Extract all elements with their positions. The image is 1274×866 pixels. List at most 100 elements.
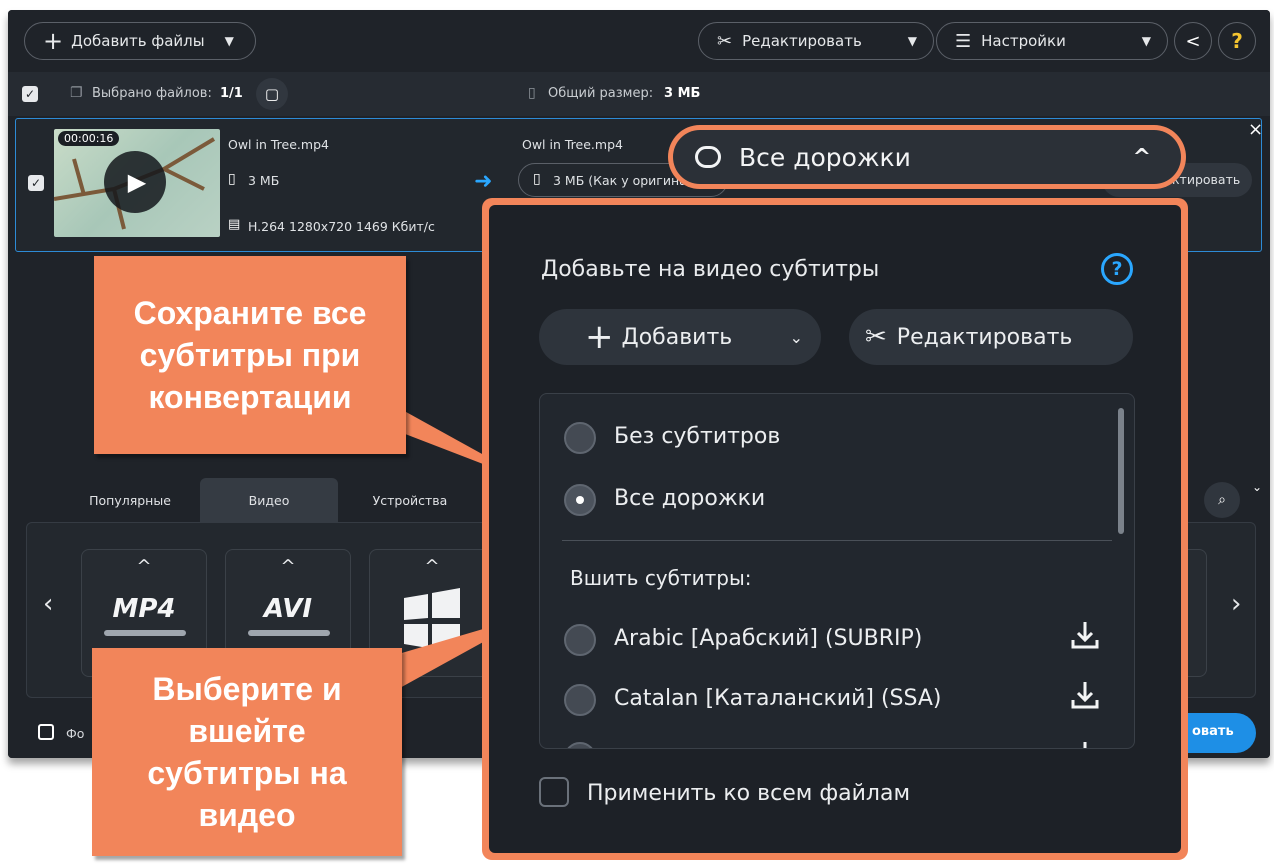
- tab-devices[interactable]: Устройства: [340, 478, 480, 522]
- file-icon: ▯: [228, 171, 236, 187]
- chevron-down-icon: ▼: [1141, 34, 1151, 48]
- add-subtitles-button[interactable]: + Добавить ⌄: [539, 309, 821, 365]
- film-icon: ▤: [228, 217, 241, 232]
- edit-file-label: ктировать: [1172, 172, 1241, 187]
- total-size-label: Общий размер:: [548, 86, 654, 101]
- settings-menu-button[interactable]: ☰ Настройки ▼: [936, 22, 1168, 60]
- subtitle-options-list: Без субтитров Все дорожки Вшить субтитры…: [539, 393, 1135, 749]
- trash-icon: ▢: [264, 85, 280, 103]
- video-thumbnail[interactable]: ▶ 00:00:16: [54, 129, 220, 237]
- video-band-graphic: [104, 630, 186, 636]
- file-checkbox[interactable]: ✓: [28, 175, 44, 191]
- selection-infobar: ✓ ❐ Выбрано файлов: 1/1 ▢ ▯ Общий размер…: [8, 72, 1270, 116]
- radio-track-catalan[interactable]: [564, 684, 596, 716]
- format-mp4-label: MP4: [112, 594, 176, 624]
- share-button[interactable]: <: [1174, 22, 1212, 60]
- play-icon: ▶: [127, 168, 147, 196]
- callout-burn-subtitles-text: Выберите и вшейте субтитры на видео: [147, 671, 347, 833]
- help-icon: ?: [1231, 29, 1243, 53]
- option-all-tracks-label: Все дорожки: [614, 486, 766, 511]
- download-icon[interactable]: [1070, 740, 1100, 749]
- list-scrollbar[interactable]: [1118, 408, 1124, 534]
- check-icon: ✓: [24, 87, 36, 101]
- tools-icon: ✂: [865, 322, 887, 352]
- input-file-size: 3 МБ: [248, 173, 280, 188]
- search-formats-button[interactable]: ⌕: [1204, 482, 1240, 518]
- subtitle-track-dropdown[interactable]: Все дорожки ^: [668, 125, 1186, 189]
- download-icon[interactable]: [1070, 680, 1100, 710]
- check-icon: ✓: [30, 176, 42, 190]
- edit-subtitles-button[interactable]: ✂ Редактировать: [849, 309, 1133, 365]
- track-catalan-label: Catalan [Каталанский] (SSA): [614, 686, 942, 711]
- subtitles-panel-title: Добавьте на видео субтитры: [541, 257, 880, 282]
- option-no-subtitles-label: Без субтитров: [614, 424, 781, 449]
- callout-keep-subtitles: Сохраните все субтитры при конвертации: [94, 256, 406, 454]
- chevron-down-icon: ▼: [907, 34, 917, 48]
- tab-popular[interactable]: Популярные: [60, 478, 200, 522]
- tab-popular-label: Популярные: [89, 492, 171, 508]
- video-band-graphic: [248, 630, 330, 636]
- radio-track-partial[interactable]: [564, 742, 596, 748]
- chevron-down-icon[interactable]: ⌄: [1252, 480, 1262, 494]
- input-file-name: Owl in Tree.mp4: [228, 137, 329, 152]
- selected-files-label: Выбрано файлов:: [92, 86, 212, 101]
- burn-subtitles-label: Вшить субтитры:: [570, 566, 752, 590]
- help-button[interactable]: ?: [1218, 22, 1256, 60]
- chevron-up-icon: ^: [424, 556, 440, 577]
- select-all-checkbox[interactable]: ✓: [22, 86, 38, 102]
- list-divider: [562, 540, 1112, 541]
- radio-no-subtitles[interactable]: [564, 422, 596, 454]
- radio-all-tracks[interactable]: [564, 484, 596, 516]
- plus-icon: +: [43, 27, 64, 55]
- apply-all-checkbox[interactable]: [539, 777, 569, 807]
- subtitles-panel: Добавьте на видео субтитры ? + Добавить …: [482, 198, 1188, 860]
- tab-video-label: Видео: [248, 492, 290, 508]
- file-icon: ▯: [533, 171, 541, 187]
- download-icon[interactable]: [1070, 620, 1100, 650]
- add-files-button[interactable]: + Добавить файлы ▼: [24, 22, 256, 60]
- radio-track-arabic[interactable]: [564, 624, 596, 656]
- input-codec: H.264 1280x720 1469 Кбит/с: [248, 219, 435, 234]
- chevron-up-icon: ^: [136, 556, 152, 577]
- files-icon: ❐: [70, 85, 83, 101]
- edit-menu-button[interactable]: ✂ Редактировать ▼: [698, 22, 934, 60]
- chevron-down-icon: ⌄: [789, 327, 803, 347]
- search-file-icon: ⌕: [1218, 492, 1226, 508]
- delete-button[interactable]: ▢: [256, 78, 288, 110]
- main-toolbar: + Добавить файлы ▼ ✂ Редактировать ▼ ☰ Н…: [8, 10, 1270, 72]
- output-file-name: Owl in Tree.mp4: [522, 137, 623, 152]
- callout-keep-subtitles-text: Сохраните все субтитры при конвертации: [133, 295, 367, 415]
- edit-label: Редактировать: [742, 32, 862, 50]
- remove-file-icon[interactable]: ×: [1248, 119, 1263, 140]
- speech-bubble-icon: [695, 146, 721, 168]
- output-format-label: Фо: [66, 726, 85, 741]
- track-arabic-label: Arabic [Арабский] (SUBRIP): [614, 626, 923, 651]
- windows-logo-icon: [404, 588, 460, 652]
- tab-video[interactable]: Видео: [200, 478, 338, 522]
- chevron-right-icon[interactable]: ›: [1231, 589, 1241, 619]
- add-subtitles-label: Добавить: [621, 324, 733, 350]
- sliders-icon: ☰: [955, 30, 972, 52]
- edit-subtitles-label: Редактировать: [896, 324, 1073, 350]
- chevron-left-icon[interactable]: ‹: [43, 589, 53, 619]
- tools-icon: ✂: [717, 30, 733, 52]
- callout-burn-subtitles: Выберите и вшейте субтитры на видео: [92, 648, 402, 856]
- tab-devices-label: Устройства: [372, 492, 448, 508]
- format-avi-label: AVI: [263, 594, 313, 624]
- play-button[interactable]: ▶: [104, 151, 166, 213]
- settings-label: Настройки: [981, 32, 1066, 50]
- plus-icon: +: [585, 317, 614, 357]
- chevron-down-icon: ▼: [224, 34, 234, 48]
- selected-files-count: 1/1: [220, 86, 243, 101]
- format-icon: [38, 724, 54, 740]
- add-files-label: Добавить файлы: [71, 32, 205, 50]
- share-icon: <: [1185, 30, 1201, 52]
- duration-badge: 00:00:16: [58, 131, 120, 146]
- total-size-value: 3 МБ: [664, 86, 701, 101]
- chevron-up-icon: ^: [280, 556, 296, 577]
- file-icon: ▯: [528, 85, 536, 101]
- subtitles-help-icon[interactable]: ?: [1101, 253, 1133, 285]
- subtitle-track-selected: Все дорожки: [739, 142, 911, 172]
- convert-arrow-icon: ➜: [474, 169, 493, 194]
- chevron-up-icon: ^: [1132, 144, 1151, 170]
